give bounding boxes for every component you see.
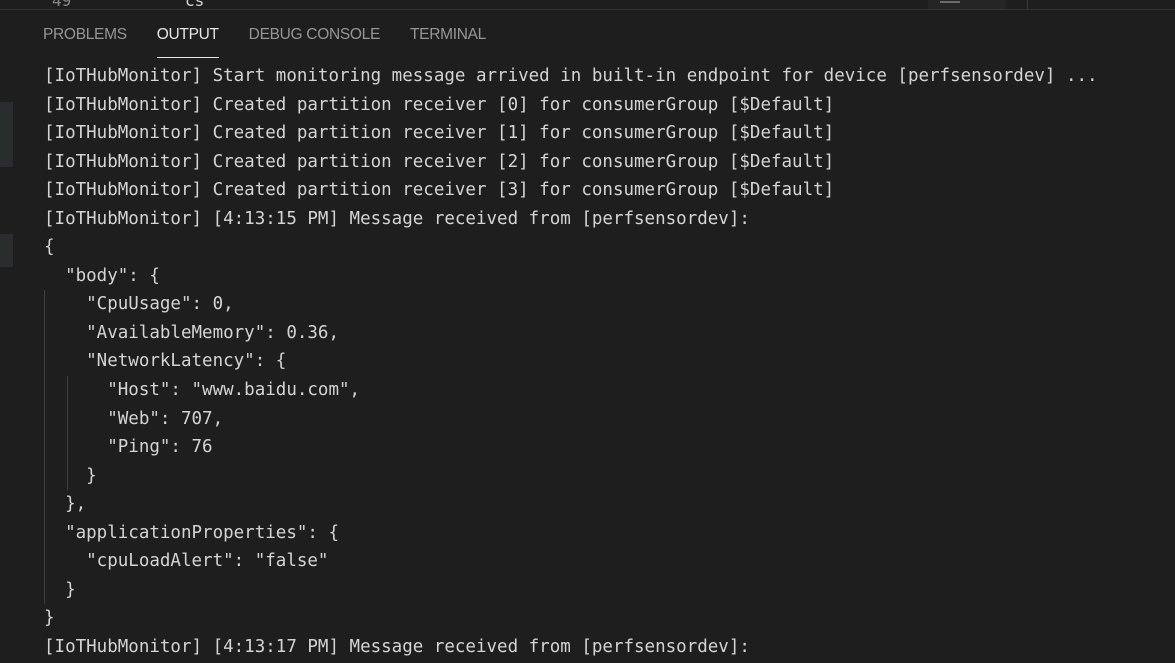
log-line: { <box>44 237 55 258</box>
log-line: [IoTHubMonitor] Created partition receiv… <box>44 151 835 172</box>
code-line: cs <box>185 0 204 9</box>
editor-area: 49 cs <box>0 0 1175 9</box>
log-line: "applicationProperties": { <box>44 518 1175 548</box>
log-line: } <box>44 461 1175 491</box>
tab-output[interactable]: OUTPUT <box>156 26 219 58</box>
log-line: "NetworkLatency": { <box>44 347 1175 377</box>
log-line: [IoTHubMonitor] Start monitoring message… <box>44 66 1098 86</box>
tab-terminal[interactable]: TERMINAL <box>410 26 486 56</box>
gutter-highlight <box>0 234 13 267</box>
log-line: [IoTHubMonitor] Created partition receiv… <box>44 123 835 144</box>
log-line: [IoTHubMonitor] Created partition receiv… <box>44 180 835 201</box>
minimap[interactable] <box>928 0 1006 9</box>
log-line: }, <box>44 490 1175 519</box>
log-line: [IoTHubMonitor] [4:13:15 PM] Message rec… <box>44 208 750 229</box>
activity-gutter <box>0 10 13 663</box>
log-line: } <box>44 575 1175 605</box>
bottom-panel: PROBLEMS OUTPUT DEBUG CONSOLE TERMINAL [… <box>0 9 1175 663</box>
log-line: [IoTHubMonitor] [4:13:17 PM] Message rec… <box>44 636 750 657</box>
panel-tabs: PROBLEMS OUTPUT DEBUG CONSOLE TERMINAL <box>43 26 486 58</box>
log-line: "CpuUsage": 0, <box>44 290 1175 319</box>
log-line: "Ping": 76 <box>44 433 1175 462</box>
log-line: "Host": "www.baidu.com", <box>44 376 1175 405</box>
tab-debug-console[interactable]: DEBUG CONSOLE <box>249 26 381 56</box>
line-number: 49 <box>52 0 71 9</box>
log-line: "AvailableMemory": 0.36, <box>44 318 1175 348</box>
tab-problems[interactable]: PROBLEMS <box>43 26 127 56</box>
output-log[interactable]: [IoTHubMonitor] Start monitoring message… <box>44 62 1175 663</box>
log-line: "cpuLoadAlert": "false" <box>44 547 1175 576</box>
log-line: } <box>44 608 55 629</box>
log-line: "Web": 707, <box>44 404 1175 434</box>
log-line: [IoTHubMonitor] Created partition receiv… <box>44 94 835 115</box>
editor-divider <box>1027 0 1028 9</box>
log-line: "body": { <box>44 265 160 286</box>
gutter-highlight <box>0 102 13 167</box>
